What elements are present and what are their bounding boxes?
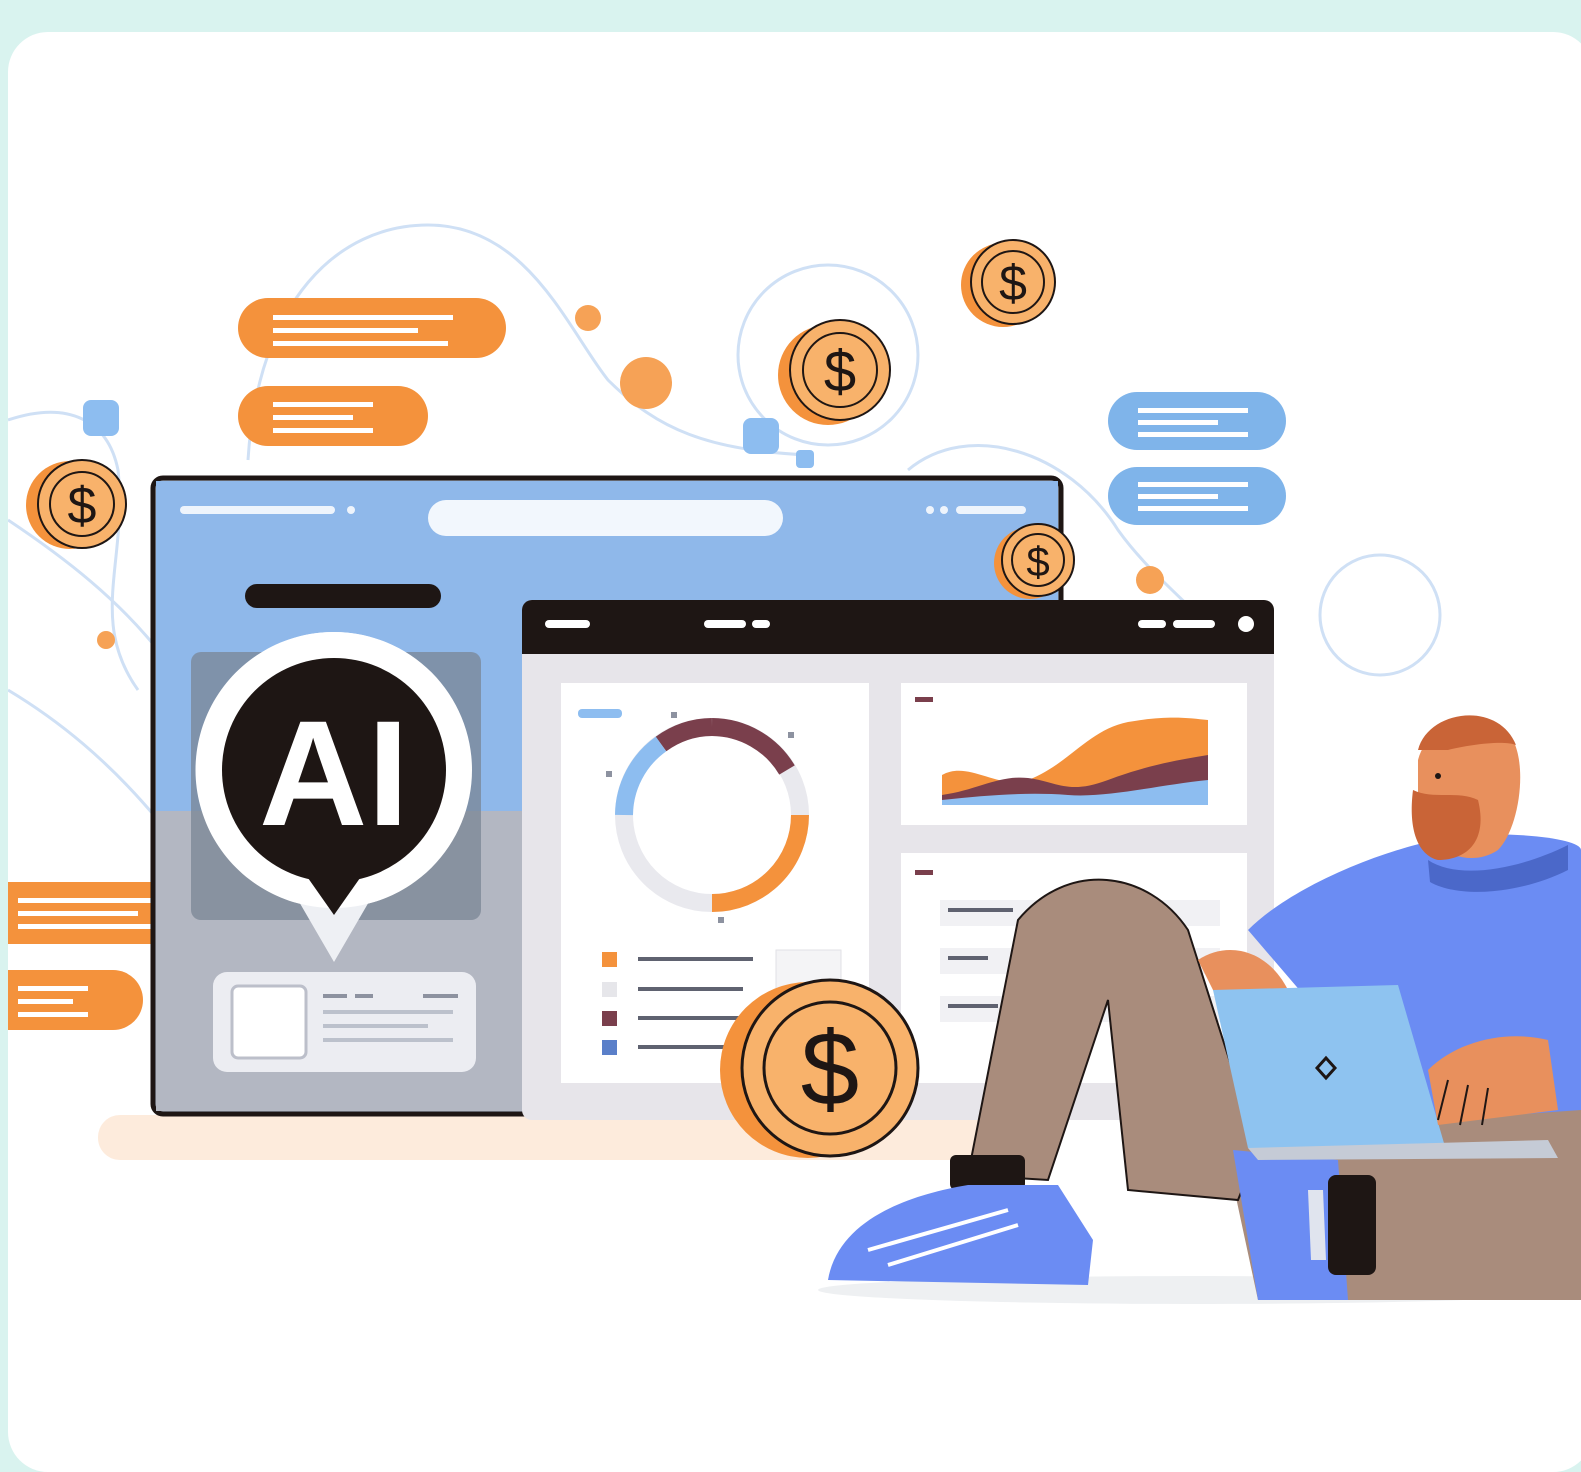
svg-text:$: $ <box>999 255 1027 311</box>
coin-5: $ <box>720 978 920 1158</box>
ai-finance-illustration: AI $ $ $ $ $ <box>8 223 1581 1304</box>
coin-2: $ <box>778 319 891 425</box>
svg-text:$: $ <box>801 1011 859 1128</box>
svg-text:$: $ <box>1026 538 1049 585</box>
ai-badge-text: AI <box>259 689 409 857</box>
coin-3: $ <box>26 459 127 549</box>
coin-1: $ <box>961 239 1056 327</box>
illustration-card: AI $ $ $ $ $ <box>8 32 1581 1472</box>
svg-text:$: $ <box>68 477 97 535</box>
svg-text:$: $ <box>824 339 856 404</box>
blue-message-bubbles <box>1108 392 1286 525</box>
ground-shadow <box>98 1115 1058 1160</box>
